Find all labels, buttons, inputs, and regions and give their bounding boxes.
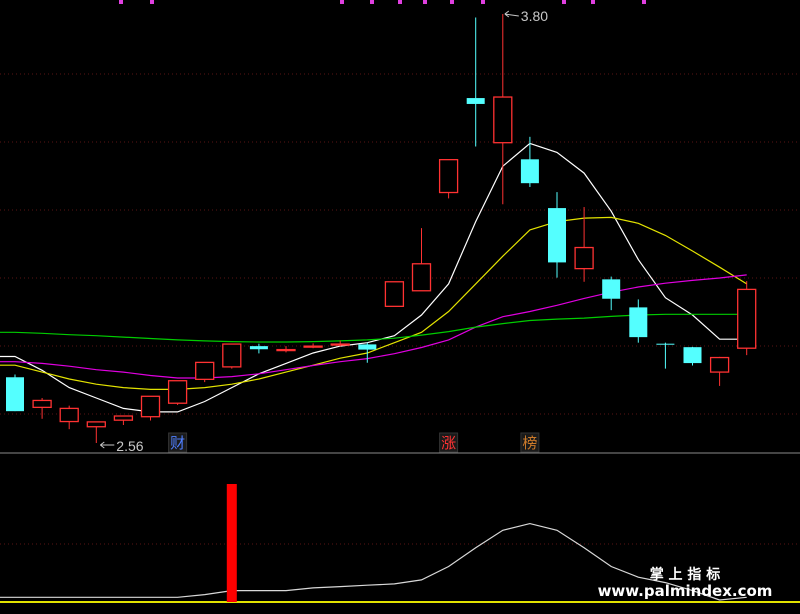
candle-body xyxy=(167,380,188,404)
event-badges: 财涨榜 xyxy=(168,432,540,453)
candle-body xyxy=(330,343,350,346)
candle-body xyxy=(438,159,459,194)
badge-label: 财 xyxy=(170,434,185,452)
candle xyxy=(6,374,24,412)
candle xyxy=(59,405,79,430)
candle-body xyxy=(629,307,648,338)
candle-body xyxy=(6,377,24,412)
candle-body xyxy=(574,246,594,270)
candle-body xyxy=(520,159,539,184)
candle-body xyxy=(709,356,730,373)
candle xyxy=(384,281,405,307)
candle-body xyxy=(59,407,79,423)
stock-chart: 3.80 2.56 财 涨 榜 掌 上 指 标 www.palmindex.com xyxy=(0,0,800,603)
candle-body xyxy=(32,399,52,409)
candle xyxy=(167,380,188,405)
candle-body xyxy=(358,344,377,350)
candlestick-series xyxy=(6,14,757,443)
price-annotations: 3.80 2.56 xyxy=(100,8,548,454)
candle xyxy=(276,346,296,353)
indicator-spike-bar xyxy=(226,484,237,602)
candle-body xyxy=(602,279,621,299)
candle-body xyxy=(303,345,323,348)
candle-body xyxy=(222,343,242,368)
candle xyxy=(602,276,621,311)
candle xyxy=(32,398,52,419)
candle-body xyxy=(276,348,296,352)
candle xyxy=(548,192,566,278)
candle xyxy=(656,342,675,369)
badge-label: 榜 xyxy=(522,434,537,452)
candle-body xyxy=(683,347,702,364)
high-arrow xyxy=(504,10,519,18)
watermark-title: 掌 上 指 标 xyxy=(650,566,721,583)
candle xyxy=(683,346,702,366)
candle xyxy=(411,228,432,292)
candle-body xyxy=(466,98,485,104)
candle xyxy=(466,17,485,147)
candle xyxy=(113,415,134,426)
candle xyxy=(520,136,539,187)
candle xyxy=(629,299,648,343)
candle-body xyxy=(737,288,757,349)
event-badge[interactable]: 财 xyxy=(168,432,188,453)
event-badge[interactable]: 涨 xyxy=(439,432,459,453)
candle xyxy=(195,361,215,383)
high-price-label: 3.80 xyxy=(521,8,548,24)
watermark-url: www.palmindex.com xyxy=(598,582,773,600)
price-grid xyxy=(0,73,800,545)
candle xyxy=(438,159,459,199)
candle-body xyxy=(195,361,215,380)
candle xyxy=(737,281,757,356)
candle xyxy=(303,343,323,349)
candle xyxy=(86,421,106,443)
candle xyxy=(249,343,268,354)
candle-body xyxy=(113,415,134,421)
badge-label: 涨 xyxy=(441,434,456,452)
candle xyxy=(140,395,161,421)
candle-body xyxy=(656,343,675,345)
event-badge[interactable]: 榜 xyxy=(520,432,540,453)
candle xyxy=(222,343,242,369)
low-arrow xyxy=(100,441,115,449)
candle-body xyxy=(411,263,432,292)
candle-body xyxy=(493,96,513,144)
candle-body xyxy=(140,395,161,418)
candle-body xyxy=(86,421,106,428)
candle-body xyxy=(548,208,566,263)
top-markers xyxy=(119,0,646,4)
candle-body xyxy=(384,281,405,307)
candle xyxy=(493,14,513,205)
ma-line xyxy=(0,216,748,390)
candle-body xyxy=(249,346,268,350)
low-price-label: 2.56 xyxy=(116,438,143,454)
candle xyxy=(709,356,730,386)
